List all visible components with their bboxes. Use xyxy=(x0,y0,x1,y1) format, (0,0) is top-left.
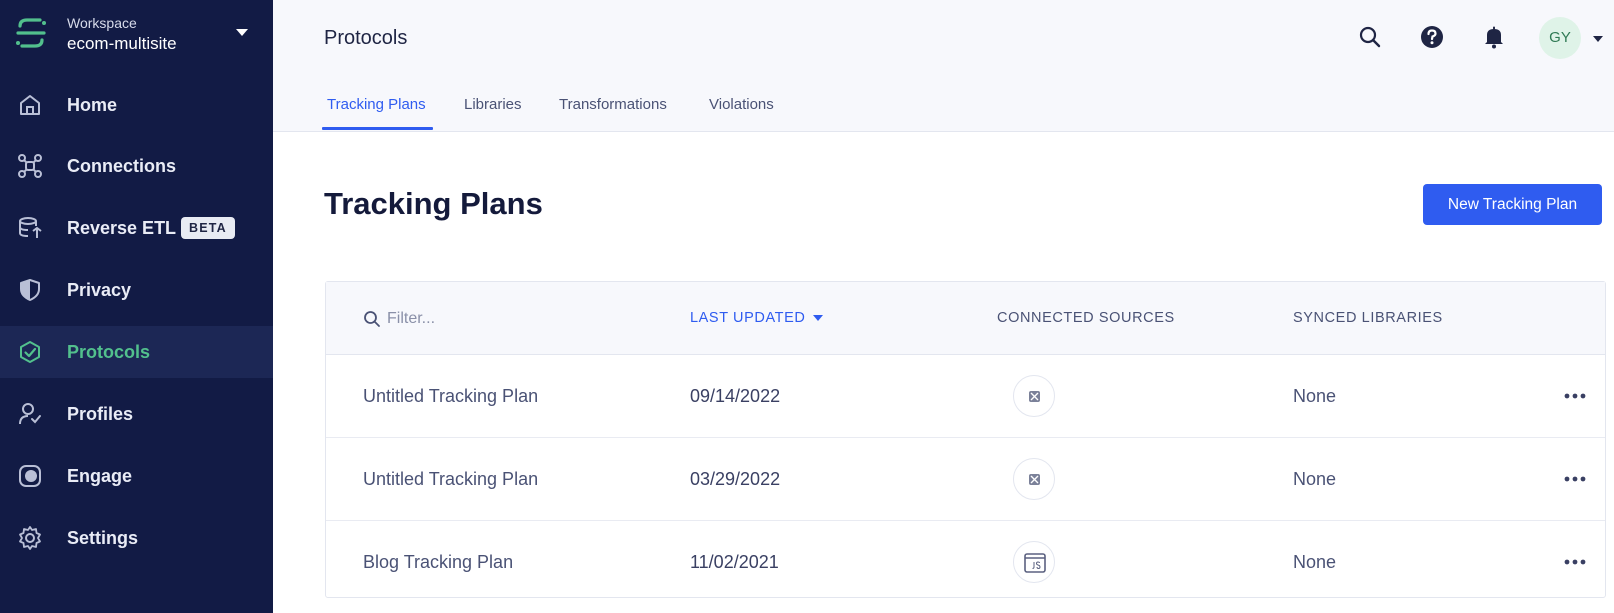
more-options-icon[interactable] xyxy=(1560,468,1590,490)
tracking-plans-table: LAST UPDATED CONNECTED SOURCES SYNCED LI… xyxy=(325,281,1606,598)
column-header-synced-libraries: SYNCED LIBRARIES xyxy=(1293,310,1443,326)
connected-source[interactable] xyxy=(1013,541,1055,583)
sidebar-item-home[interactable]: Home xyxy=(0,79,273,131)
profile-icon xyxy=(19,403,41,425)
table-row[interactable]: Untitled Tracking Plan 03/29/2022 None xyxy=(326,438,1605,521)
synced-libraries: None xyxy=(1293,469,1337,489)
column-header-connected-sources: CONNECTED SOURCES xyxy=(997,310,1175,326)
sidebar-item-connections[interactable]: Connections xyxy=(0,140,273,192)
sidebar-item-reverse-etl[interactable]: Reverse ETL BETA xyxy=(0,202,273,254)
more-options-icon[interactable] xyxy=(1560,551,1590,573)
synced-libraries: None xyxy=(1293,552,1337,572)
bell-icon[interactable] xyxy=(1481,24,1507,50)
chevron-down-icon[interactable] xyxy=(1593,36,1603,42)
protocols-icon xyxy=(20,341,40,363)
segment-logo-icon xyxy=(16,18,46,48)
filter-input[interactable] xyxy=(387,306,627,332)
plan-name[interactable]: Untitled Tracking Plan xyxy=(363,469,538,490)
active-tab-indicator xyxy=(322,127,433,130)
plan-name[interactable]: Blog Tracking Plan xyxy=(363,552,513,573)
tab-libraries[interactable]: Libraries xyxy=(464,96,522,132)
home-icon xyxy=(20,95,40,115)
sidebar-item-engage[interactable]: Engage xyxy=(0,450,273,502)
top-bar: Protocols GY Tracking Plans Libraries Tr… xyxy=(273,0,1614,132)
chevron-down-icon xyxy=(236,29,248,36)
shield-icon xyxy=(20,279,40,301)
sort-down-icon xyxy=(813,315,824,322)
new-tracking-plan-button[interactable]: New Tracking Plan xyxy=(1423,184,1602,225)
last-updated: 11/02/2021 xyxy=(690,552,779,572)
beta-badge: BETA xyxy=(181,217,235,239)
last-updated: 03/29/2022 xyxy=(690,469,781,489)
table-header: LAST UPDATED CONNECTED SOURCES SYNCED LI… xyxy=(326,282,1605,355)
page-title: Protocols xyxy=(324,27,408,49)
search-icon xyxy=(364,311,380,327)
generic-source-icon xyxy=(1029,391,1040,402)
connections-icon xyxy=(18,154,42,178)
connected-source[interactable] xyxy=(1013,375,1055,417)
gear-icon xyxy=(19,526,41,550)
search-icon[interactable] xyxy=(1357,24,1383,50)
column-header-last-updated[interactable]: LAST UPDATED xyxy=(690,310,824,326)
section-title: Tracking Plans xyxy=(324,186,543,221)
help-icon[interactable] xyxy=(1419,24,1445,50)
sidebar-item-profiles[interactable]: Profiles xyxy=(0,388,273,440)
plan-name[interactable]: Untitled Tracking Plan xyxy=(363,386,538,407)
column-header-label: LAST UPDATED xyxy=(690,310,806,326)
connected-source[interactable] xyxy=(1013,458,1055,500)
sidebar-item-protocols[interactable]: Protocols xyxy=(0,326,273,378)
table-row[interactable]: Untitled Tracking Plan 09/14/2022 None xyxy=(326,355,1605,438)
last-updated: 09/14/2022 xyxy=(690,386,781,406)
sidebar-item-label: Connections xyxy=(67,156,177,176)
generic-source-icon xyxy=(1029,474,1040,485)
table-row[interactable]: Blog Tracking Plan 11/02/2021 None xyxy=(326,521,1605,604)
sidebar-item-label: Engage xyxy=(67,466,133,486)
sidebar-item-label: Profiles xyxy=(67,404,134,424)
synced-libraries: None xyxy=(1293,386,1337,406)
javascript-source-icon xyxy=(1024,553,1046,573)
sidebar-item-label: Privacy xyxy=(67,280,132,300)
sidebar-item-settings[interactable]: Settings xyxy=(0,512,273,564)
sidebar-item-label: Home xyxy=(67,95,118,115)
sidebar-item-label: Reverse ETL xyxy=(67,218,177,238)
sidebar-item-label: Settings xyxy=(67,528,139,548)
sidebar-item-privacy[interactable]: Privacy xyxy=(0,264,273,316)
more-options-icon[interactable] xyxy=(1560,385,1590,407)
workspace-switcher[interactable]: Workspace ecom-multisite xyxy=(0,0,273,70)
sidebar: Workspace ecom-multisite Home Connection… xyxy=(0,0,273,613)
avatar[interactable]: GY xyxy=(1539,17,1581,59)
tab-violations[interactable]: Violations xyxy=(709,96,774,132)
workspace-name: ecom-multisite xyxy=(67,34,177,53)
workspace-label: Workspace xyxy=(67,15,137,31)
engage-icon xyxy=(19,465,41,487)
database-sync-icon xyxy=(19,217,42,238)
sidebar-item-label: Protocols xyxy=(67,342,151,362)
tab-transformations[interactable]: Transformations xyxy=(559,96,667,132)
